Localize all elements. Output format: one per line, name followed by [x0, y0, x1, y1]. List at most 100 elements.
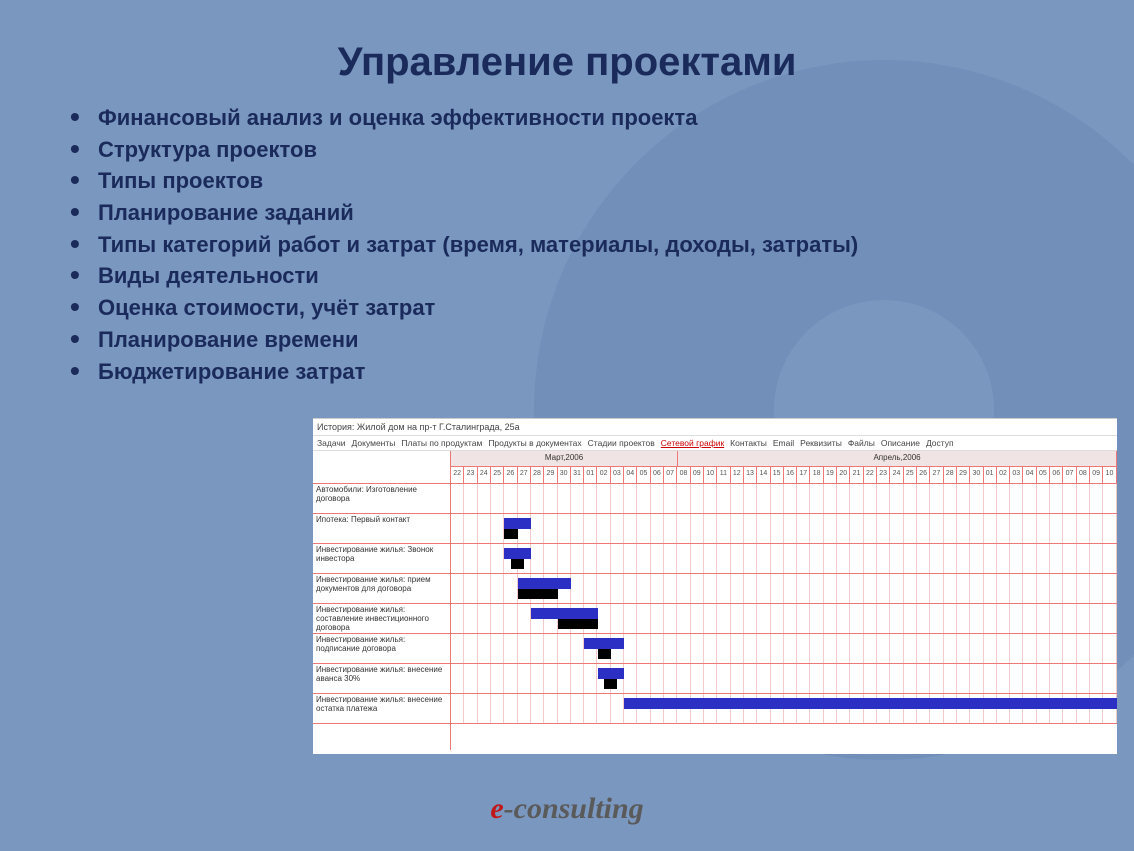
gantt-day-cell: 16	[784, 467, 797, 483]
gantt-tab[interactable]: Описание	[881, 438, 920, 448]
gantt-timeline: Март,2006 Апрель,2006 222324252627282930…	[451, 451, 1117, 750]
bullet-item: Планирование времени	[70, 325, 1050, 355]
gantt-day-cell: 21	[850, 467, 863, 483]
gantt-task-label: Ипотека: Первый контакт	[313, 514, 450, 544]
bullet-list: Финансовый анализ и оценка эффективности…	[70, 103, 1050, 386]
gantt-bar-plan	[531, 608, 598, 619]
gantt-day-cell: 24	[478, 467, 491, 483]
gantt-day-cell: 13	[744, 467, 757, 483]
gantt-tab[interactable]: Реквизиты	[800, 438, 842, 448]
gantt-bar-actual	[604, 679, 617, 689]
slide-content: Управление проектами Финансовый анализ и…	[0, 0, 1134, 386]
gantt-task-column: Автомобили: Изготовление договораИпотека…	[313, 451, 451, 750]
gantt-tab[interactable]: Email	[773, 438, 794, 448]
gantt-day-cell: 31	[571, 467, 584, 483]
gantt-tab[interactable]: Стадии проектов	[588, 438, 655, 448]
gantt-day-cell: 27	[930, 467, 943, 483]
gantt-day-cell: 01	[584, 467, 597, 483]
gantt-day-cell: 05	[1037, 467, 1050, 483]
gantt-day-cell: 26	[504, 467, 517, 483]
gantt-day-cell: 30	[558, 467, 571, 483]
gantt-day-cell: 22	[864, 467, 877, 483]
gantt-screenshot: История: Жилой дом на пр-т Г.Сталинграда…	[313, 418, 1117, 754]
bullet-item: Типы категорий работ и затрат (время, ма…	[70, 230, 1050, 260]
gantt-day-cell: 10	[704, 467, 717, 483]
bullet-item: Структура проектов	[70, 135, 1050, 165]
gantt-day-cell: 19	[824, 467, 837, 483]
gantt-row	[451, 694, 1117, 724]
gantt-task-label: Инвестирование жилья: прием документов д…	[313, 574, 450, 604]
gantt-day-cell: 01	[984, 467, 997, 483]
gantt-day-cell: 17	[797, 467, 810, 483]
slide-title: Управление проектами	[60, 40, 1074, 85]
bullet-item: Финансовый анализ и оценка эффективности…	[70, 103, 1050, 133]
gantt-grid	[451, 484, 1117, 724]
gantt-tab[interactable]: Задачи	[317, 438, 346, 448]
footer-logo-e: e	[490, 792, 503, 825]
gantt-tab[interactable]: Доступ	[926, 438, 954, 448]
gantt-day-cell: 25	[904, 467, 917, 483]
gantt-bar-plan	[598, 668, 625, 679]
gantt-task-label: Автомобили: Изготовление договора	[313, 484, 450, 514]
gantt-tabs: Задачи Документы Платы по продуктам Продукт…	[313, 436, 1117, 451]
gantt-day-cell: 15	[771, 467, 784, 483]
gantt-bar-actual	[598, 649, 611, 659]
gantt-tab[interactable]: Файлы	[848, 438, 875, 448]
bullet-item: Оценка стоимости, учёт затрат	[70, 293, 1050, 323]
gantt-day-cell: 09	[1090, 467, 1103, 483]
gantt-row	[451, 634, 1117, 664]
gantt-day-cell: 07	[664, 467, 677, 483]
gantt-row	[451, 604, 1117, 634]
gantt-day-cell: 29	[544, 467, 557, 483]
gantt-day-cell: 02	[597, 467, 610, 483]
gantt-tab[interactable]: Платы по продуктам	[401, 438, 482, 448]
bullet-item: Бюджетирование затрат	[70, 357, 1050, 387]
bullet-item: Типы проектов	[70, 166, 1050, 196]
gantt-day-cell: 23	[877, 467, 890, 483]
gantt-task-label: Инвестирование жилья: подписание договор…	[313, 634, 450, 664]
gantt-row	[451, 574, 1117, 604]
gantt-day-cell: 25	[491, 467, 504, 483]
gantt-row	[451, 544, 1117, 574]
gantt-day-cell: 03	[1010, 467, 1023, 483]
gantt-task-label: Инвестирование жилья: Звонок инвестора	[313, 544, 450, 574]
gantt-tab[interactable]: Документы	[352, 438, 396, 448]
gantt-row	[451, 514, 1117, 544]
gantt-day-cell: 02	[997, 467, 1010, 483]
gantt-bar-plan	[504, 518, 531, 529]
gantt-tab[interactable]: Сетевой график	[661, 438, 724, 448]
gantt-bar-plan	[584, 638, 624, 649]
gantt-task-label: Инвестирование жилья: внесение аванса 30…	[313, 664, 450, 694]
gantt-day-cell: 22	[451, 467, 464, 483]
gantt-day-cell: 18	[810, 467, 823, 483]
gantt-day-cell: 26	[917, 467, 930, 483]
gantt-day-cell: 08	[1077, 467, 1090, 483]
gantt-task-label: Инвестирование жилья: составление инвест…	[313, 604, 450, 634]
gantt-tab[interactable]: Продукты в документах	[488, 438, 581, 448]
gantt-day-cell: 04	[1023, 467, 1036, 483]
gantt-day-cell: 12	[731, 467, 744, 483]
gantt-row	[451, 484, 1117, 514]
gantt-day-cell: 29	[957, 467, 970, 483]
gantt-day-cell: 06	[651, 467, 664, 483]
gantt-bar-plan	[518, 578, 571, 589]
gantt-day-cell: 08	[677, 467, 690, 483]
gantt-day-cell: 23	[464, 467, 477, 483]
gantt-row	[451, 664, 1117, 694]
gantt-tab[interactable]: Контакты	[730, 438, 767, 448]
gantt-days-row: 2223242526272829303101020304050607080910…	[451, 467, 1117, 484]
gantt-day-cell: 28	[531, 467, 544, 483]
gantt-day-cell: 07	[1063, 467, 1076, 483]
gantt-day-cell: 30	[970, 467, 983, 483]
gantt-month-2: Апрель,2006	[678, 451, 1117, 466]
gantt-day-cell: 11	[717, 467, 730, 483]
footer-logo: e-consulting	[0, 792, 1134, 826]
footer-logo-rest: -consulting	[504, 792, 644, 825]
gantt-day-cell: 14	[757, 467, 770, 483]
gantt-month-1: Март,2006	[451, 451, 678, 466]
gantt-history-label: История: Жилой дом на пр-т Г.Сталинграда…	[313, 419, 1117, 436]
gantt-day-cell: 27	[518, 467, 531, 483]
gantt-day-cell: 10	[1103, 467, 1116, 483]
gantt-bar-actual	[518, 589, 558, 599]
gantt-bar-plan	[504, 548, 531, 559]
